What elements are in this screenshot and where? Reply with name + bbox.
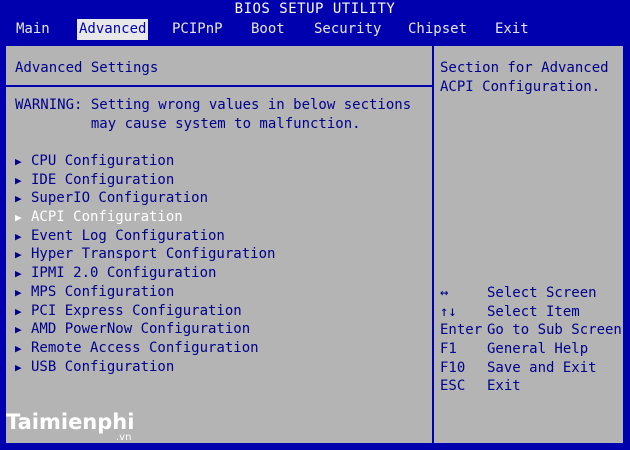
entry-label: AMD PowerNow Configuration — [31, 321, 251, 338]
panel-divider — [432, 46, 434, 443]
key-legend: ↔ Select Screen ↑↓ Select Item Enter Go to … — [440, 284, 622, 396]
entry-label: IPMI 2.0 Configuration — [31, 265, 217, 282]
key-row: ESC Exit — [440, 377, 622, 396]
triangle-right-icon: ▶ — [15, 304, 22, 318]
top-menu-bar: Main Advanced PCIPnP Boot Security Chips… — [0, 19, 630, 41]
triangle-right-icon: ▶ — [15, 173, 22, 187]
key-row: F1 General Help — [440, 340, 622, 359]
key-name: Enter — [440, 322, 483, 339]
menu-chipset[interactable]: Chipset — [406, 19, 469, 40]
key-name: F1 — [440, 341, 457, 358]
entry-label: MPS Configuration — [31, 283, 175, 300]
menu-entry-cpu[interactable]: ▶ CPU Configuration — [15, 152, 275, 171]
entry-label: Hyper Transport Configuration — [31, 246, 276, 263]
warning-text-line2: may cause system to malfunction. — [15, 116, 361, 132]
menu-main[interactable]: Main — [14, 19, 52, 40]
key-action: Save and Exit — [487, 359, 597, 376]
entry-label: PCI Express Configuration — [31, 302, 242, 319]
entry-label: IDE Configuration — [31, 171, 175, 188]
help-text-line2: ACPI Configuration. — [440, 79, 601, 95]
triangle-right-icon: ▶ — [15, 229, 22, 243]
help-text-line1: Section for Advanced — [440, 60, 609, 76]
triangle-right-icon: ▶ — [15, 211, 22, 225]
menu-entry-superio[interactable]: ▶ SuperIO Configuration — [15, 189, 275, 208]
entry-label: Remote Access Configuration — [31, 339, 259, 356]
watermark-suffix: .vn — [116, 432, 132, 443]
entry-label: SuperIO Configuration — [31, 190, 209, 207]
menu-entry-usb[interactable]: ▶ USB Configuration — [15, 358, 275, 377]
key-name: ↑↓ — [440, 303, 457, 320]
heading-divider — [6, 85, 432, 87]
menu-pcipnp[interactable]: PCIPnP — [170, 19, 225, 40]
key-name: ↔ — [440, 285, 449, 301]
key-action: Go to Sub Screen — [487, 322, 622, 339]
entry-label: CPU Configuration — [31, 153, 175, 169]
menu-entry-ipmi[interactable]: ▶ IPMI 2.0 Configuration — [15, 264, 275, 283]
entry-label: USB Configuration — [31, 358, 175, 375]
main-panel: Advanced Settings WARNING: Setting wrong… — [4, 44, 625, 445]
triangle-right-icon: ▶ — [15, 248, 22, 262]
key-action: Select Item — [487, 303, 580, 320]
warning-text-line1: WARNING: Setting wrong values in below s… — [15, 97, 412, 113]
key-row: ↔ Select Screen — [440, 284, 622, 303]
key-name: F10 — [440, 359, 466, 376]
menu-advanced[interactable]: Advanced — [77, 19, 149, 40]
triangle-right-icon: ▶ — [15, 267, 22, 281]
menu-security[interactable]: Security — [312, 19, 383, 40]
menu-entry-event-log[interactable]: ▶ Event Log Configuration — [15, 227, 275, 246]
settings-menu-list: ▶ CPU Configuration ▶ IDE Configuration ▶ S… — [15, 152, 275, 376]
key-row: Enter Go to Sub Screen — [440, 321, 622, 340]
page-title: Advanced Settings — [15, 60, 159, 76]
menu-entry-mps[interactable]: ▶ MPS Configuration — [15, 283, 275, 302]
key-name: ESC — [440, 378, 466, 395]
key-row: F10 Save and Exit — [440, 359, 622, 378]
key-action: Exit — [487, 378, 521, 395]
triangle-right-icon: ▶ — [15, 360, 22, 374]
key-action: General Help — [487, 341, 589, 358]
key-action: Select Screen — [487, 285, 597, 301]
menu-entry-amd-powernow[interactable]: ▶ AMD PowerNow Configuration — [15, 320, 275, 339]
key-row: ↑↓ Select Item — [440, 303, 622, 322]
menu-entry-acpi[interactable]: ▶ ACPI Configuration — [15, 208, 275, 227]
triangle-right-icon: ▶ — [15, 285, 22, 299]
triangle-right-icon: ▶ — [15, 192, 22, 206]
menu-entry-pci-express[interactable]: ▶ PCI Express Configuration — [15, 302, 275, 321]
menu-entry-ide[interactable]: ▶ IDE Configuration — [15, 171, 275, 190]
triangle-right-icon: ▶ — [15, 323, 22, 337]
entry-label: Event Log Configuration — [31, 227, 225, 244]
watermark-logo: Taimienphi — [6, 410, 135, 434]
menu-entry-remote-access[interactable]: ▶ Remote Access Configuration — [15, 339, 275, 358]
menu-boot[interactable]: Boot — [249, 19, 287, 40]
triangle-right-icon: ▶ — [15, 155, 22, 168]
menu-exit[interactable]: Exit — [493, 19, 531, 40]
window-title: BIOS SETUP UTILITY — [234, 1, 396, 17]
entry-label: ACPI Configuration — [31, 209, 183, 226]
triangle-right-icon: ▶ — [15, 341, 22, 355]
menu-entry-hyper-transport[interactable]: ▶ Hyper Transport Configuration — [15, 245, 275, 264]
